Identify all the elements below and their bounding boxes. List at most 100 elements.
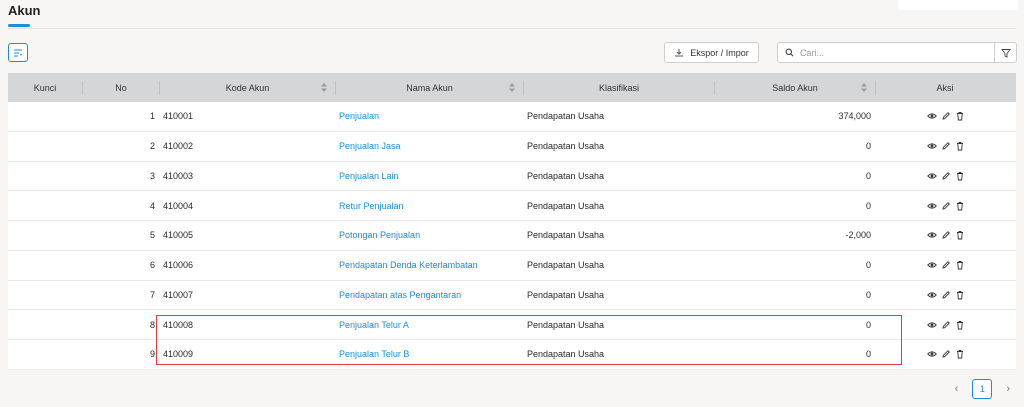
edit-icon[interactable] <box>941 260 951 270</box>
edit-icon[interactable] <box>941 320 951 330</box>
delete-icon[interactable] <box>955 201 965 211</box>
search-box <box>777 42 1017 63</box>
search-icon <box>778 43 800 62</box>
view-icon[interactable] <box>926 260 937 270</box>
delete-icon[interactable] <box>955 111 965 121</box>
view-icon[interactable] <box>926 230 937 240</box>
column-header-aksi: Aksi <box>936 82 954 93</box>
cell-nama-akun: Penjualan Telur A <box>335 320 523 330</box>
funnel-icon <box>1000 48 1011 58</box>
view-icon[interactable] <box>926 201 937 211</box>
cell-no: 4 <box>149 200 155 211</box>
cell-kode-akun: 410007 <box>163 289 194 300</box>
cell-kode-akun: 410005 <box>163 230 194 241</box>
delete-icon[interactable] <box>955 171 965 181</box>
delete-icon[interactable] <box>955 320 965 330</box>
cell-kode-akun: 410009 <box>163 349 194 360</box>
cell-kode-akun: 410002 <box>163 141 194 152</box>
view-icon[interactable] <box>926 171 937 181</box>
delete-icon[interactable] <box>955 141 965 151</box>
delete-icon[interactable] <box>955 349 965 359</box>
cell-aksi <box>875 320 1016 330</box>
view-icon[interactable] <box>926 349 937 359</box>
prev-page-icon[interactable]: ‹ <box>955 383 959 395</box>
view-icon[interactable] <box>926 290 937 300</box>
cell-no: 7 <box>149 289 155 300</box>
cell-nama-akun: Penjualan Jasa <box>335 141 523 151</box>
top-divider <box>8 28 1016 29</box>
account-name-link[interactable]: Pendapatan Denda Keterlambatan <box>339 260 478 270</box>
cell-kode-akun: 410001 <box>163 111 194 122</box>
view-icon[interactable] <box>926 141 937 151</box>
view-icon[interactable] <box>926 320 937 330</box>
table-row: 4 410004 Retur Penjualan Pendapatan Usaha 0 <box>8 191 1016 221</box>
next-page-icon[interactable]: › <box>1006 383 1010 395</box>
cell-klasifikasi: Pendapatan Usaha <box>527 289 605 300</box>
column-header-kode-akun[interactable]: Kode Akun <box>160 73 335 102</box>
export-import-label: Ekspor / Impor <box>690 47 749 58</box>
cell-aksi <box>875 141 1016 151</box>
edit-icon[interactable] <box>941 111 951 121</box>
edit-icon[interactable] <box>941 201 951 211</box>
account-name-link[interactable]: Retur Penjualan <box>339 201 404 211</box>
search-input[interactable] <box>800 43 994 62</box>
table-row: 7 410007 Pendapatan atas Pengantaran Pendap… <box>8 280 1016 311</box>
cell-no: 1 <box>149 111 155 122</box>
edit-icon[interactable] <box>941 141 951 151</box>
cell-nama-akun: Pendapatan atas Pengantaran <box>335 290 523 300</box>
delete-icon[interactable] <box>955 230 965 240</box>
table-row: 2 410002 Penjualan Jasa Pendapatan Usaha 0 <box>8 131 1016 162</box>
account-name-link[interactable]: Penjualan Telur B <box>339 349 409 359</box>
filter-funnel-button[interactable] <box>994 43 1016 62</box>
edit-icon[interactable] <box>941 290 951 300</box>
account-name-link[interactable]: Penjualan Lain <box>339 171 399 181</box>
cell-klasifikasi: Pendapatan Usaha <box>527 260 605 271</box>
account-name-link[interactable]: Potongan Penjualan <box>339 230 420 240</box>
cell-kode-akun: 410004 <box>163 200 194 211</box>
table-row: 1 410001 Penjualan Pendapatan Usaha 374,000 <box>8 102 1016 132</box>
column-header-saldo-akun[interactable]: Saldo Akun <box>715 73 875 102</box>
cell-no: 5 <box>149 230 155 241</box>
column-filter-button[interactable] <box>8 43 28 62</box>
sort-icon <box>861 83 867 92</box>
column-header-nama-akun[interactable]: Nama Akun <box>336 73 523 102</box>
delete-icon[interactable] <box>955 260 965 270</box>
cell-nama-akun: Penjualan Lain <box>335 171 523 181</box>
download-icon <box>675 48 684 56</box>
cell-no: 6 <box>149 260 155 271</box>
cell-no: 8 <box>149 319 155 330</box>
cell-nama-akun: Potongan Penjualan <box>335 230 523 240</box>
cell-klasifikasi: Pendapatan Usaha <box>527 319 605 330</box>
cell-aksi <box>875 230 1016 240</box>
account-name-link[interactable]: Penjualan <box>339 111 379 121</box>
table-row: 8 410008 Penjualan Telur A Pendapatan Usaha… <box>8 310 1016 340</box>
title-underline <box>8 24 30 27</box>
cell-klasifikasi: Pendapatan Usaha <box>527 170 605 181</box>
list-filter-icon <box>14 49 22 56</box>
cell-klasifikasi: Pendapatan Usaha <box>527 111 605 122</box>
cell-kode-akun: 410006 <box>163 260 194 271</box>
table-row: 5 410005 Potongan Penjualan Pendapatan Usah… <box>8 221 1016 251</box>
account-name-link[interactable]: Pendapatan atas Pengantaran <box>339 290 461 300</box>
cell-saldo-akun: 0 <box>865 170 871 181</box>
cell-saldo-akun: 0 <box>865 200 871 211</box>
edit-icon[interactable] <box>941 171 951 181</box>
cell-kode-akun: 410008 <box>163 319 194 330</box>
cell-klasifikasi: Pendapatan Usaha <box>527 141 605 152</box>
cell-nama-akun: Penjualan Telur B <box>335 349 523 359</box>
table-body: 1 410001 Penjualan Pendapatan Usaha 374,000 2… <box>8 102 1016 370</box>
edit-icon[interactable] <box>941 230 951 240</box>
view-icon[interactable] <box>926 111 937 121</box>
cell-aksi <box>875 290 1016 300</box>
page-1-button[interactable]: 1 <box>972 379 993 399</box>
pagination: ‹ 1 › <box>955 379 1010 399</box>
cell-klasifikasi: Pendapatan Usaha <box>527 200 605 211</box>
cell-no: 9 <box>149 349 155 360</box>
sort-icon <box>321 83 327 92</box>
export-import-button[interactable]: Ekspor / Impor <box>664 42 759 63</box>
account-name-link[interactable]: Penjualan Telur A <box>339 320 409 330</box>
cell-saldo-akun: 0 <box>865 319 871 330</box>
edit-icon[interactable] <box>941 349 951 359</box>
delete-icon[interactable] <box>955 290 965 300</box>
account-name-link[interactable]: Penjualan Jasa <box>339 141 401 151</box>
